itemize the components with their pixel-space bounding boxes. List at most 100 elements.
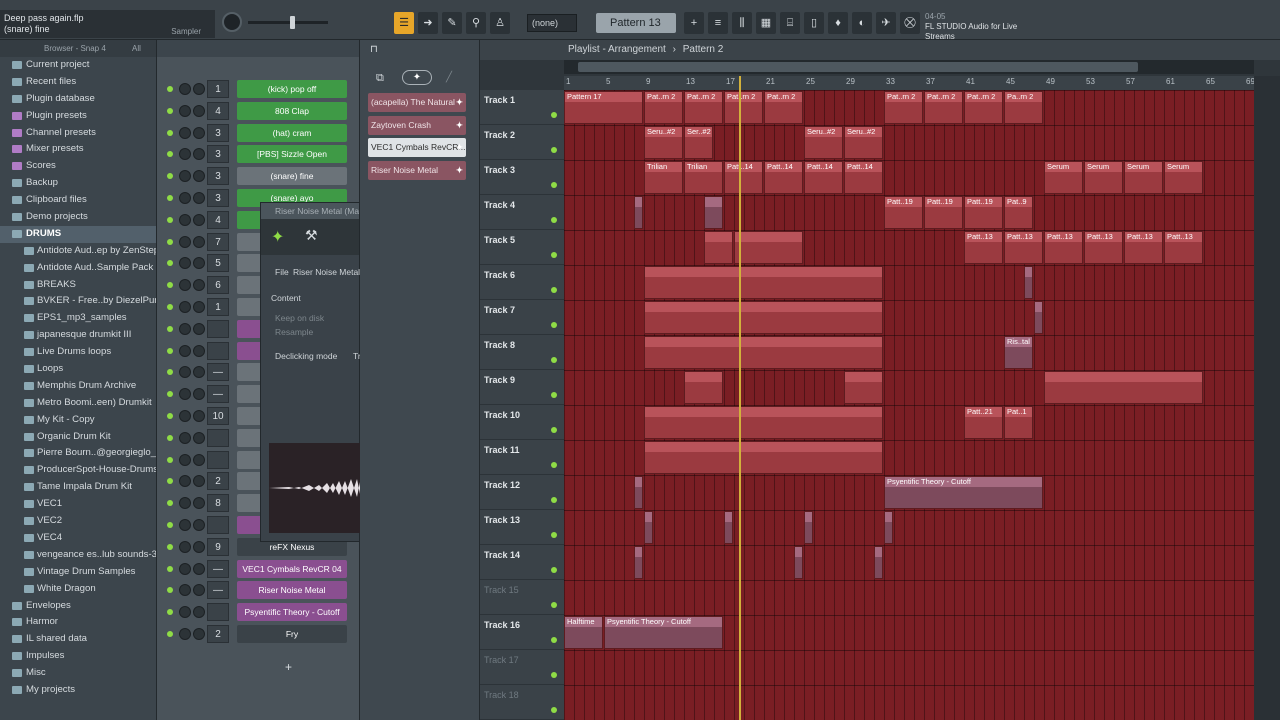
channel-name-button[interactable]: VEC1 Cymbals RevCR 04 — [237, 559, 347, 578]
playlist-clip[interactable]: Pat..rn 2 — [724, 91, 763, 124]
channel-mute-led[interactable] — [167, 391, 173, 398]
automation-picker-icon[interactable]: ╱ — [446, 72, 452, 83]
magnet-icon[interactable]: ⊓ — [370, 44, 378, 55]
browser-item[interactable]: Recent files — [0, 74, 156, 91]
playlist-clip[interactable] — [844, 371, 883, 404]
channel-pan-knob[interactable] — [179, 431, 191, 444]
playlist-clip[interactable]: Pat..rn 2 — [924, 91, 963, 124]
playlist-clip[interactable]: Patt..19 — [884, 196, 923, 229]
plugin-icon[interactable]: ♦ — [828, 12, 848, 34]
channel-pan-knob[interactable] — [179, 192, 191, 204]
playlist-clip[interactable]: Seru..#2 — [844, 126, 883, 159]
track-header[interactable]: Track 6 — [480, 265, 564, 300]
channel-volume-knob[interactable] — [193, 388, 205, 401]
channel-mixer-track[interactable]: — — [207, 385, 229, 404]
browser-item[interactable]: Envelopes — [0, 598, 156, 615]
channel-volume-knob[interactable] — [193, 235, 205, 248]
channel-mixer-track[interactable]: 7 — [207, 232, 229, 251]
track-header[interactable]: Track 11 — [480, 440, 564, 475]
browser-item[interactable]: EPS1_mp3_samples — [0, 310, 156, 327]
channel-row[interactable]: 2 Fry — [157, 623, 360, 645]
track-header[interactable]: Track 15 — [480, 580, 564, 615]
playlist-clip[interactable]: Pat..9 — [1004, 196, 1033, 229]
playlist-clip[interactable] — [634, 546, 643, 579]
channel-volume-knob[interactable] — [193, 213, 205, 226]
channel-pan-knob[interactable] — [179, 257, 191, 270]
channel-mixer-track[interactable]: — — [207, 581, 229, 600]
track-enable-led[interactable] — [551, 392, 557, 398]
playlist-clip[interactable]: Pat..rn 2 — [964, 91, 1003, 124]
browser-item[interactable]: Plugin database — [0, 91, 156, 108]
channel-mute-led[interactable] — [167, 543, 173, 550]
browser-item[interactable]: Loops — [0, 361, 156, 378]
channel-mixer-track[interactable] — [207, 450, 229, 469]
track-enable-led[interactable] — [551, 462, 557, 468]
channel-mixer-track[interactable] — [207, 341, 229, 360]
playlist-clip[interactable]: Patt..14 — [724, 161, 763, 194]
playlist-clip[interactable]: Halftime — [564, 616, 603, 649]
track-enable-led[interactable] — [551, 707, 557, 713]
channel-mute-led[interactable] — [167, 129, 173, 136]
playlist-clip[interactable]: Pat..1 — [1004, 406, 1033, 439]
track-enable-led[interactable] — [551, 182, 557, 188]
picker-item[interactable]: Zaytoven Crash ✦ — [368, 115, 466, 135]
playlist-clip[interactable]: Serum — [1044, 161, 1083, 194]
track-header[interactable]: Track 16 — [480, 615, 564, 650]
channel-volume-knob[interactable] — [193, 606, 205, 619]
browser-item[interactable]: DRUMS — [0, 225, 156, 243]
browser-item[interactable]: Current project — [0, 57, 156, 74]
track-header[interactable]: Track 9 — [480, 370, 564, 405]
browser-item[interactable]: Pierre Bourn..@georgieglo_ — [0, 445, 156, 462]
channel-mute-led[interactable] — [167, 325, 173, 332]
playlist-clip[interactable]: Pat..rn 2 — [884, 91, 923, 124]
browser-item[interactable]: vengeance es..lub sounds-3 — [0, 547, 156, 564]
slider-handle[interactable] — [290, 16, 295, 29]
browser-item[interactable]: Metro Boomi..een) Drumkit — [0, 395, 156, 412]
browser-item[interactable]: japanesque drumkit III — [0, 327, 156, 344]
picker-item[interactable]: (acapella) The Natural ✦ — [368, 93, 466, 112]
channel-pan-knob[interactable] — [179, 388, 191, 401]
channel-mute-led[interactable] — [167, 500, 173, 507]
channel-mute-led[interactable] — [167, 260, 173, 267]
playlist-clip[interactable]: Patt..14 — [804, 161, 843, 194]
vertical-scrollbar[interactable] — [1254, 76, 1280, 720]
track-enable-led[interactable] — [551, 637, 557, 643]
channel-volume-knob[interactable] — [193, 453, 205, 466]
arrangement-grid[interactable]: Pattern 17 Pat..rn 2 Pat..rn 2 Pat..rn 2 Pat… — [564, 90, 1254, 720]
playlist-clip[interactable]: Pattern 17 — [564, 91, 643, 124]
browser-item[interactable]: BVKER - Free..by DiezelPunk — [0, 293, 156, 310]
channel-mute-led[interactable] — [167, 347, 173, 354]
browser-item[interactable]: Backup — [0, 175, 156, 192]
channel-pan-knob[interactable] — [179, 322, 191, 335]
waveform-display[interactable] — [269, 443, 361, 533]
wrench-icon[interactable]: ⚒ — [305, 227, 318, 244]
playlist-clip[interactable]: Psyentific Theory - Cutoff — [604, 616, 723, 649]
browser-item[interactable]: Impulses — [0, 648, 156, 665]
playlist-clip[interactable] — [684, 371, 723, 404]
channel-name-button[interactable]: (hat) cram — [237, 123, 347, 142]
channel-row[interactable]: — Riser Noise Metal — [157, 579, 360, 601]
channel-mute-led[interactable] — [167, 587, 173, 594]
channel-mute-led[interactable] — [167, 282, 173, 289]
channel-volume-knob[interactable] — [193, 301, 205, 313]
channel-pan-knob[interactable] — [179, 104, 191, 117]
channel-mixer-track[interactable] — [207, 428, 229, 447]
channel-mixer-track[interactable]: 3 — [207, 189, 229, 207]
playlist-clip[interactable]: Serum — [1124, 161, 1163, 194]
wave-icon[interactable]: ✦ — [271, 227, 284, 247]
playlist-clip[interactable] — [794, 546, 803, 579]
channel-name-button[interactable]: Psyentific Theory - Cutoff — [237, 603, 347, 622]
browser-item[interactable]: My projects — [0, 682, 156, 699]
channel-mute-led[interactable] — [167, 216, 173, 223]
browser-item[interactable]: Vintage Drum Samples — [0, 564, 156, 581]
file-icon[interactable]: ▯ — [804, 12, 824, 34]
channel-volume-knob[interactable] — [193, 366, 205, 379]
playlist-clip[interactable]: Trilian — [684, 161, 723, 194]
playlist-clip[interactable] — [1034, 301, 1043, 334]
track-header[interactable]: Track 17 — [480, 650, 564, 685]
piano-roll-icon[interactable]: ⌸ — [780, 12, 800, 34]
track-enable-led[interactable] — [551, 322, 557, 328]
channel-rack-icon[interactable]: ▦ — [756, 12, 776, 34]
channel-pan-knob[interactable] — [179, 126, 191, 139]
playlist-clip[interactable]: Patt..19 — [964, 196, 1003, 229]
